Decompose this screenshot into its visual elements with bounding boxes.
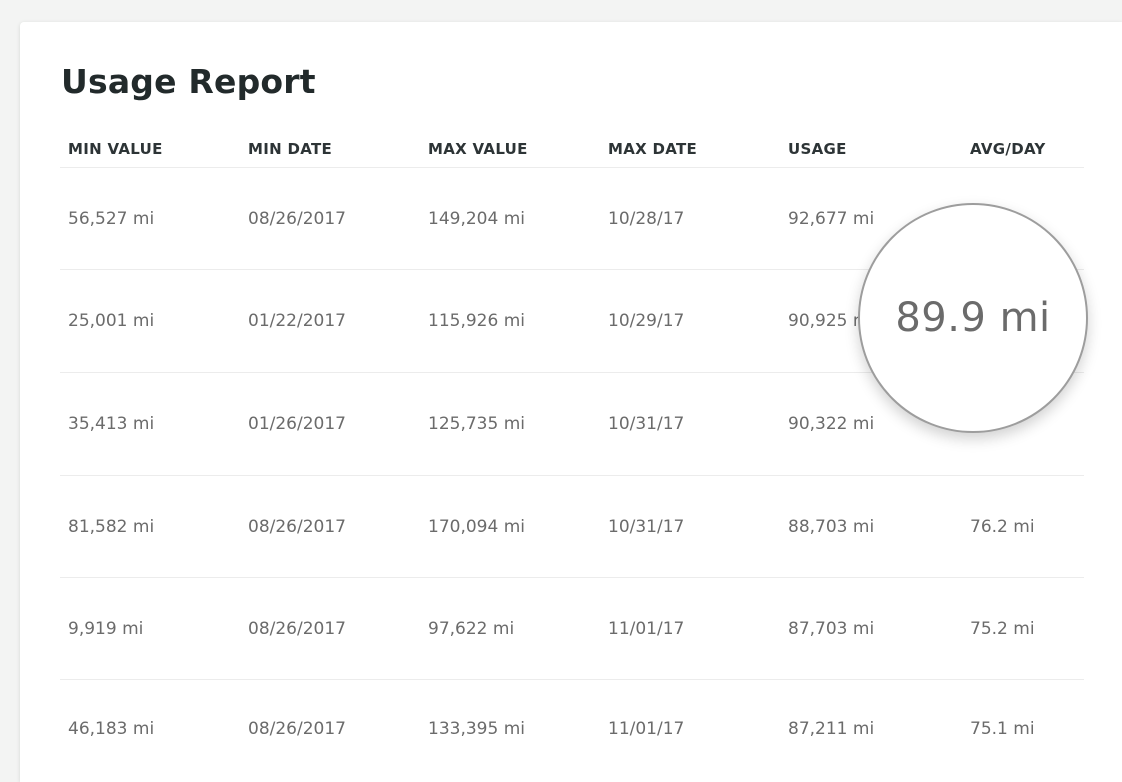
column-header-min-date[interactable]: MIN DATE [240,140,420,158]
usage-cell: 88,703 mi [788,516,875,537]
min-date-cell: 08/26/2017 [248,208,346,229]
avg-day-cell: 75.2 mi [970,618,1035,639]
min-value-cell: 25,001 mi [68,311,155,331]
max-value-cell: 133,395 mi [428,719,525,739]
table-row[interactable]: 46,183 mi 08/26/2017 133,395 mi 11/01/17… [60,680,1084,778]
max-date-cell: 10/31/17 [608,516,685,537]
max-value-cell: 170,094 mi [428,516,525,537]
column-header-max-value[interactable]: MAX VALUE [420,140,600,158]
avg-day-cell: 76.2 mi [970,516,1035,537]
max-date-cell: 11/01/17 [608,719,685,739]
max-date-cell: 10/28/17 [608,208,685,229]
page-title: Usage Report [61,62,316,101]
min-value-cell: 35,413 mi [68,414,155,434]
table-row[interactable]: 9,919 mi 08/26/2017 97,622 mi 11/01/17 8… [60,578,1084,680]
min-date-cell: 01/22/2017 [248,311,346,331]
max-value-cell: 125,735 mi [428,414,525,434]
max-value-cell: 115,926 mi [428,311,525,331]
table-row[interactable]: 81,582 mi 08/26/2017 170,094 mi 10/31/17… [60,476,1084,578]
magnified-avg-day-value: 89.9 mi [895,295,1051,341]
max-date-cell: 11/01/17 [608,618,685,639]
column-header-max-date[interactable]: MAX DATE [600,140,780,158]
column-header-min-value[interactable]: MIN VALUE [60,140,240,158]
usage-cell: 87,211 mi [788,719,875,739]
min-date-cell: 08/26/2017 [248,618,346,639]
min-value-cell: 46,183 mi [68,719,155,739]
column-header-usage[interactable]: USAGE [780,140,960,158]
min-value-cell: 56,527 mi [68,208,155,229]
min-date-cell: 08/26/2017 [248,719,346,739]
min-value-cell: 9,919 mi [68,618,144,639]
min-date-cell: 08/26/2017 [248,516,346,537]
min-value-cell: 81,582 mi [68,516,155,537]
usage-cell: 87,703 mi [788,618,875,639]
table-header: MIN VALUE MIN DATE MAX VALUE MAX DATE US… [60,130,1084,168]
magnifier-lens: 89.9 mi [858,203,1088,433]
min-date-cell: 01/26/2017 [248,414,346,434]
max-date-cell: 10/29/17 [608,311,685,331]
max-value-cell: 149,204 mi [428,208,525,229]
max-date-cell: 10/31/17 [608,414,685,434]
max-value-cell: 97,622 mi [428,618,515,639]
column-header-avg-day[interactable]: AVG/DAY [960,140,1084,158]
avg-day-cell: 75.1 mi [970,719,1035,739]
